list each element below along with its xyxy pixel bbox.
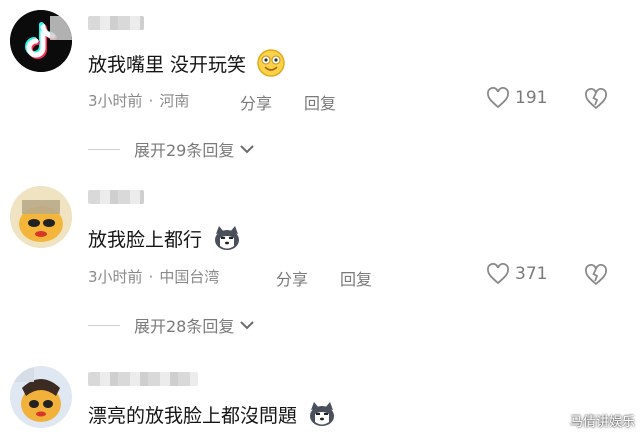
avatar[interactable]: [10, 10, 72, 72]
expand-replies-button[interactable]: 展开28条回复: [88, 313, 256, 337]
like-button[interactable]: 371: [486, 263, 547, 285]
comment-text: 漂亮的放我脸上都沒問題: [88, 400, 337, 433]
husky-emoji-icon: [212, 224, 242, 257]
reply-button[interactable]: 回复: [340, 266, 372, 290]
username-blurred[interactable]: [88, 16, 144, 30]
dislike-button[interactable]: [584, 88, 608, 114]
share-button[interactable]: 分享: [276, 266, 308, 290]
location: 河南: [159, 92, 190, 110]
divider-line: [88, 324, 120, 326]
avatar[interactable]: [10, 366, 72, 428]
avatar[interactable]: [10, 186, 72, 248]
dislike-button[interactable]: [584, 264, 608, 290]
tiktok-logo-icon: [10, 10, 72, 72]
location: 中国台湾: [159, 268, 220, 286]
divider-line: [88, 148, 120, 150]
comment-text: 放我脸上都行: [88, 224, 242, 257]
comment-text: 放我嘴里 没开玩笑: [88, 48, 286, 83]
chevron-down-icon: [240, 321, 255, 330]
heart-icon: [487, 263, 509, 285]
heart-icon: [487, 87, 509, 109]
cartoon-avatar-icon: [10, 366, 72, 428]
timestamp: 3小时前: [88, 268, 143, 286]
like-count: 191: [515, 88, 548, 108]
share-button[interactable]: 分享: [240, 90, 272, 114]
husky-emoji-icon: [307, 400, 337, 433]
cartoon-avatar-icon: [10, 186, 72, 248]
reply-button[interactable]: 回复: [304, 90, 336, 114]
expand-replies-button[interactable]: 展开29条回复: [88, 137, 256, 161]
comment-meta: 3小时前 · 中国台湾: [88, 268, 220, 286]
like-button[interactable]: 191: [486, 87, 547, 109]
username-blurred[interactable]: [88, 372, 198, 386]
username-blurred[interactable]: [88, 190, 144, 204]
broken-heart-icon: [585, 88, 607, 110]
smile-emoji-icon: [256, 48, 286, 83]
watermark: 马倩讲娱乐: [569, 415, 635, 430]
like-count: 371: [515, 264, 548, 284]
chevron-down-icon: [240, 145, 255, 154]
comment-meta: 3小时前 · 河南: [88, 92, 190, 110]
timestamp: 3小时前: [88, 92, 143, 110]
broken-heart-icon: [585, 264, 607, 286]
